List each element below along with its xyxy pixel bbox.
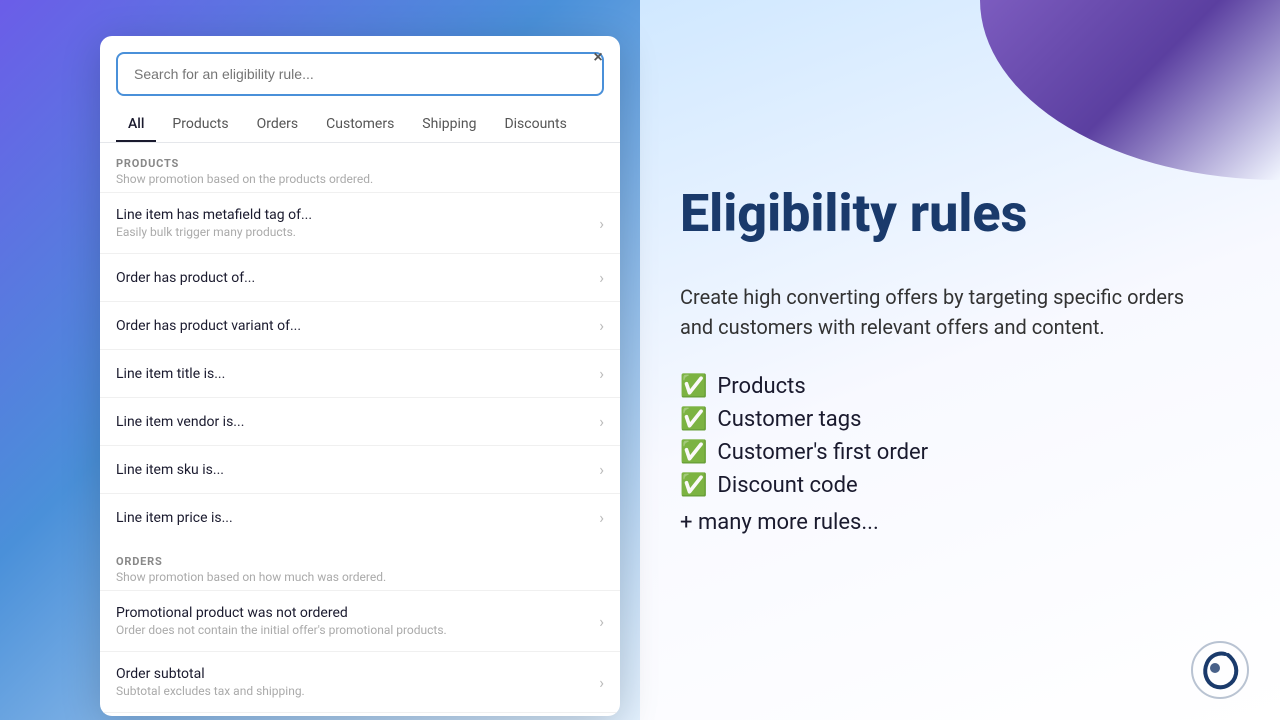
close-icon: × xyxy=(593,49,602,67)
list-item[interactable]: Line item title is... › xyxy=(100,349,620,397)
tab-discounts[interactable]: Discounts xyxy=(492,108,578,142)
tab-customers[interactable]: Customers xyxy=(314,108,406,142)
chevron-right-icon: › xyxy=(599,268,604,287)
orders-section-title: ORDERS xyxy=(116,555,604,568)
list-item[interactable]: Promotional product was not ordered Orde… xyxy=(100,590,620,651)
eligibility-rule-modal: × All Products Orders Customers Shipping… xyxy=(100,36,620,716)
search-container: × xyxy=(100,36,620,96)
list-item[interactable]: Order subtotal Subtotal excludes tax and… xyxy=(100,651,620,712)
tab-shipping[interactable]: Shipping xyxy=(410,108,488,142)
list-item: ✅ Customer tags xyxy=(680,407,1220,432)
chevron-right-icon: › xyxy=(599,508,604,527)
list-item[interactable]: Order has product variant of... › xyxy=(100,301,620,349)
eligibility-description: Create high converting offers by targeti… xyxy=(680,282,1220,342)
tab-products[interactable]: Products xyxy=(160,108,240,142)
tabs-container: All Products Orders Customers Shipping D… xyxy=(100,96,620,143)
products-section-header: PRODUCTS Show promotion based on the pro… xyxy=(100,143,620,192)
chevron-right-icon: › xyxy=(599,316,604,335)
modal-content: PRODUCTS Show promotion based on the pro… xyxy=(100,143,620,716)
check-icon: ✅ xyxy=(680,407,707,432)
list-item[interactable]: Order total Total includes tax and shipp… xyxy=(100,712,620,716)
chevron-right-icon: › xyxy=(599,612,604,631)
chevron-right-icon: › xyxy=(599,214,604,233)
products-section-title: PRODUCTS xyxy=(116,157,604,170)
chevron-right-icon: › xyxy=(599,364,604,383)
right-panel: Eligibility rules Create high converting… xyxy=(640,0,1280,720)
check-icon: ✅ xyxy=(680,473,707,498)
tab-all[interactable]: All xyxy=(116,108,156,142)
list-item[interactable]: Line item price is... › xyxy=(100,493,620,541)
list-item[interactable]: Order has product of... › xyxy=(100,253,620,301)
list-item[interactable]: Line item sku is... › xyxy=(100,445,620,493)
list-item: ✅ Customer's first order xyxy=(680,440,1220,465)
orders-section-desc: Show promotion based on how much was ord… xyxy=(116,570,604,584)
check-icon: ✅ xyxy=(680,374,707,399)
tab-orders[interactable]: Orders xyxy=(245,108,311,142)
list-item[interactable]: Line item has metafield tag of... Easily… xyxy=(100,192,620,253)
list-item[interactable]: Line item vendor is... › xyxy=(100,397,620,445)
list-item: ✅ Discount code xyxy=(680,473,1220,498)
check-icon: ✅ xyxy=(680,440,707,465)
chevron-right-icon: › xyxy=(599,412,604,431)
feature-list: ✅ Products ✅ Customer tags ✅ Customer's … xyxy=(680,374,1220,506)
chevron-right-icon: › xyxy=(599,673,604,692)
orders-section-header: ORDERS Show promotion based on how much … xyxy=(100,541,620,590)
close-button[interactable]: × xyxy=(584,44,612,72)
products-section-desc: Show promotion based on the products ord… xyxy=(116,172,604,186)
chevron-right-icon: › xyxy=(599,460,604,479)
search-input[interactable] xyxy=(116,52,604,96)
more-rules-text: + many more rules... xyxy=(680,510,1220,535)
page-title: Eligibility rules xyxy=(680,185,1220,242)
list-item: ✅ Products xyxy=(680,374,1220,399)
app-logo xyxy=(1190,640,1250,700)
